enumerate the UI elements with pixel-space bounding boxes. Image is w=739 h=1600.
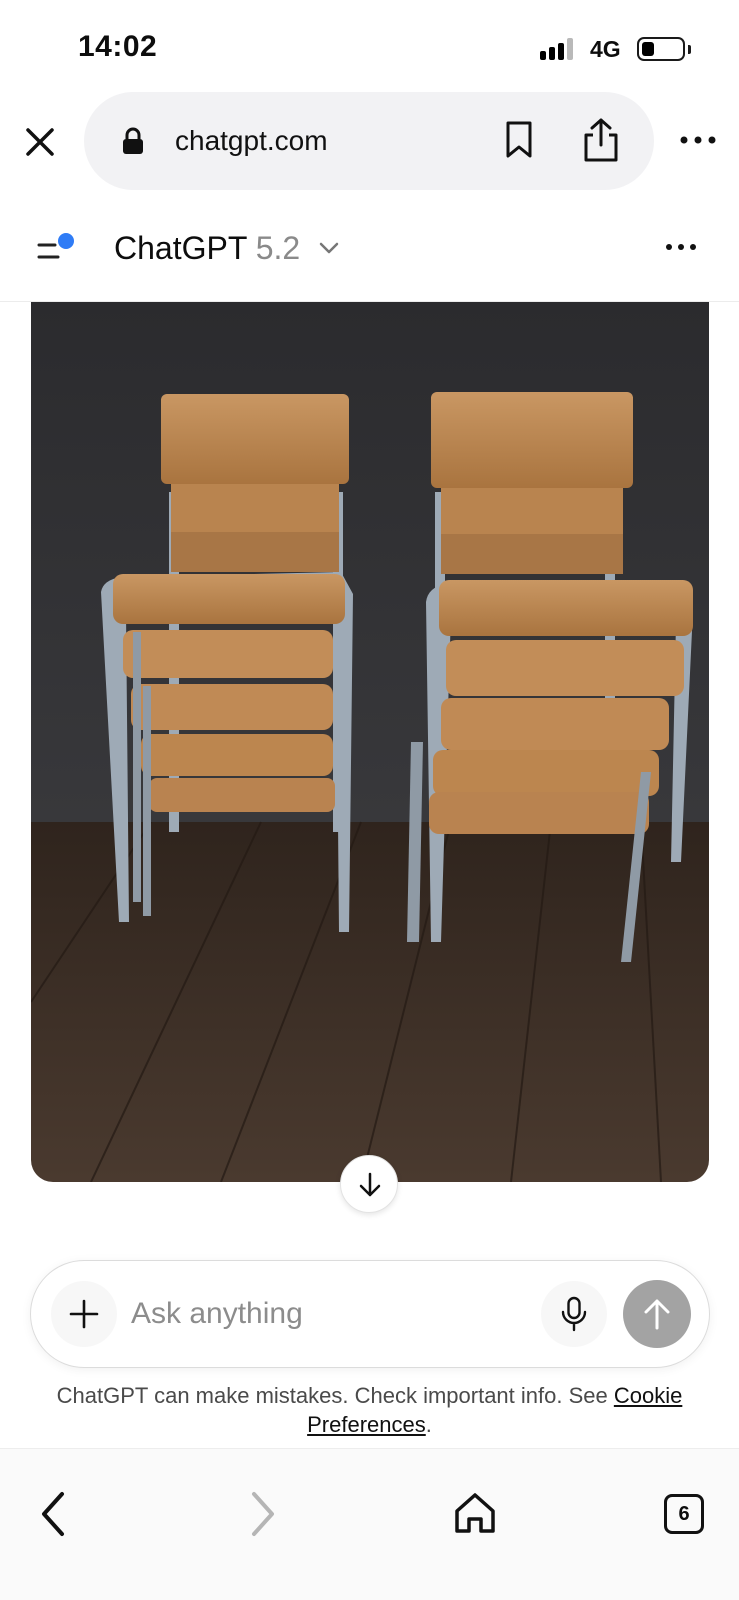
status-bar: 14:02 4G: [0, 0, 739, 90]
home-icon[interactable]: [453, 1491, 497, 1535]
network-type: 4G: [590, 36, 621, 62]
arrow-up-icon: [644, 1299, 670, 1330]
disclaimer-suffix: .: [425, 1412, 432, 1437]
model-version: 5.2: [255, 230, 301, 266]
disclaimer-body: ChatGPT can make mistakes. Check importa…: [56, 1383, 614, 1408]
message-composer: [30, 1260, 710, 1368]
chat-header: ChatGPT 5.2: [0, 210, 739, 302]
battery-nub: [688, 45, 691, 54]
chat-image[interactable]: [31, 302, 709, 1182]
url-text: chatgpt.com: [175, 125, 328, 156]
chat-options-icon[interactable]: [664, 238, 698, 256]
more-options-icon[interactable]: [678, 130, 718, 150]
browser-toolbar: chatgpt.com: [0, 92, 739, 192]
close-icon[interactable]: [20, 122, 60, 162]
message-input[interactable]: [131, 1291, 551, 1337]
plus-icon: [69, 1299, 99, 1329]
voice-input-button[interactable]: [541, 1281, 607, 1347]
app-name: ChatGPT: [114, 230, 247, 266]
disclaimer-text: ChatGPT can make mistakes. Check importa…: [18, 1381, 721, 1439]
model-selector[interactable]: ChatGPT 5.2: [114, 230, 300, 267]
bookmark-icon[interactable]: [504, 120, 534, 160]
lock-icon: [122, 127, 144, 155]
signal-strength-icon: [540, 38, 578, 60]
add-attachment-button[interactable]: [51, 1281, 117, 1347]
chevron-down-icon[interactable]: [318, 240, 340, 256]
send-button[interactable]: [623, 1280, 691, 1348]
forward-icon[interactable]: [246, 1489, 280, 1539]
scroll-to-bottom-button[interactable]: [340, 1155, 398, 1213]
microphone-icon: [561, 1296, 587, 1332]
browser-bottom-bar: 6: [0, 1448, 739, 1600]
tabs-count-button[interactable]: 6: [664, 1494, 704, 1534]
battery-icon: [637, 37, 685, 61]
arrow-down-icon: [359, 1172, 381, 1197]
sidebar-menu-icon[interactable]: [36, 228, 80, 268]
address-bar[interactable]: chatgpt.com: [84, 92, 654, 190]
status-time: 14:02: [78, 30, 158, 63]
share-icon[interactable]: [581, 117, 621, 163]
back-icon[interactable]: [36, 1489, 70, 1539]
